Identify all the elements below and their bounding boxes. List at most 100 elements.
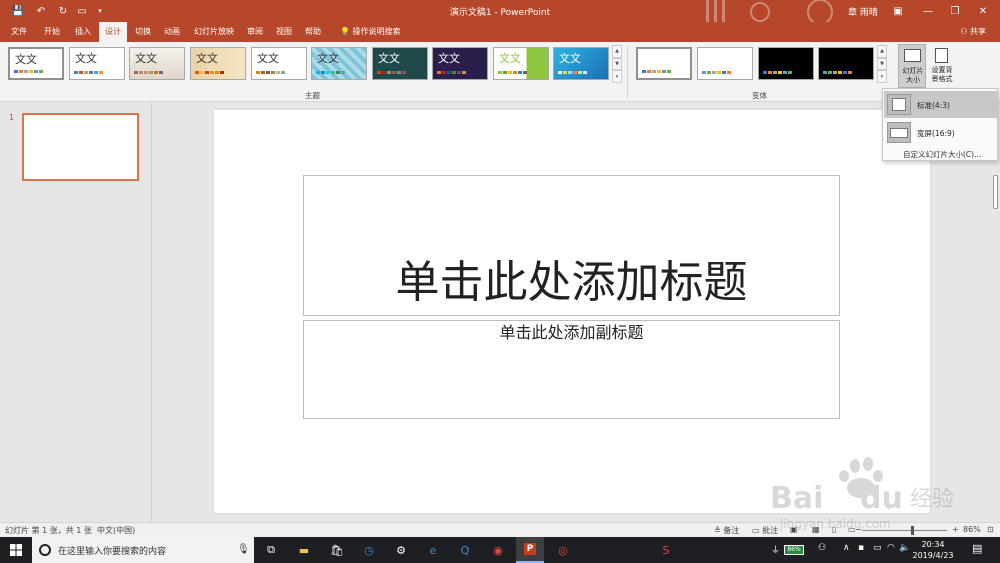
ribbon-display-options-icon[interactable]: ▣: [885, 0, 911, 22]
start-button[interactable]: [0, 537, 32, 563]
people-icon[interactable]: ⚇: [818, 543, 826, 553]
theme-office[interactable]: 文文: [8, 47, 64, 80]
gallery-up-icon[interactable]: ▲: [612, 45, 622, 58]
clock-app-icon[interactable]: ◷: [359, 540, 379, 560]
theme-10[interactable]: 文文: [553, 47, 609, 80]
themes-gallery-scroll: ▲ ▼ ▾: [612, 45, 622, 84]
variant-2[interactable]: [697, 47, 753, 80]
zoom-out-icon[interactable]: −: [855, 525, 862, 534]
comments-button[interactable]: ▭ 批注: [752, 525, 778, 536]
clock-time: 20:34: [921, 540, 945, 549]
theme-3[interactable]: 文文: [129, 47, 185, 80]
zoom-in-icon[interactable]: +: [952, 525, 959, 534]
title-bar: 💾 ↶ ↻ ▭ ▾ 演示文稿1 - PowerPoint 章 雨晴 ▣ — ❐ …: [0, 0, 1000, 22]
notes-button[interactable]: ≜ 备注: [714, 525, 739, 536]
chrome-icon[interactable]: ◉: [488, 540, 508, 560]
title-placeholder[interactable]: 单击此处添加标题: [303, 175, 840, 316]
tab-slideshow[interactable]: 幻灯片放映: [188, 22, 240, 42]
slide-size-button[interactable]: 幻灯片 大小: [898, 44, 926, 88]
clock-date: 2019/4/23: [912, 551, 954, 560]
powerpoint-taskbar-icon[interactable]: P: [516, 537, 544, 563]
tab-home[interactable]: 开始: [38, 22, 66, 42]
share-button[interactable]: ⚇ 共享: [960, 26, 986, 37]
slide-thumbnails-pane: 1: [0, 103, 152, 522]
variants-up-icon[interactable]: ▲: [877, 45, 887, 58]
theme-4[interactable]: 文文: [190, 47, 246, 80]
zoom-level[interactable]: 86%: [963, 525, 981, 534]
scrollbar-thumb[interactable]: [993, 175, 998, 209]
taskbar-clock[interactable]: 20:34 2019/4/23: [908, 539, 958, 561]
tab-review[interactable]: 审阅: [241, 22, 269, 42]
tab-insert[interactable]: 插入: [69, 22, 97, 42]
minimize-icon[interactable]: —: [915, 0, 941, 22]
theme-2[interactable]: 文文: [69, 47, 125, 80]
tab-design[interactable]: 设计: [99, 22, 127, 42]
menu-item-widescreen[interactable]: 宽屏(16:9): [884, 119, 997, 146]
slide-counter: 幻灯片 第 1 张，共 1 张: [5, 526, 92, 535]
vertical-scrollbar[interactable]: [990, 103, 1000, 522]
format-background-button[interactable]: 设置背 景格式: [928, 44, 956, 88]
person-icon: ⚇: [960, 27, 968, 36]
netease-music-icon[interactable]: ◎: [553, 540, 573, 560]
theme-9[interactable]: 文文: [493, 47, 549, 80]
tab-transitions[interactable]: 切换: [129, 22, 157, 42]
wifi-icon[interactable]: ◠: [887, 543, 895, 553]
fit-to-window-icon[interactable]: ⊡: [987, 525, 994, 534]
reading-view-icon[interactable]: ▯: [832, 525, 836, 534]
theme-6[interactable]: 文文: [311, 47, 367, 80]
powerpoint-window: { "titlebar": { "doc_title": "演示文稿1 - Po…: [0, 0, 1000, 563]
variant-1[interactable]: [636, 47, 692, 80]
battery-indicator[interactable]: 86%: [784, 545, 804, 555]
browser-q-icon[interactable]: Q: [455, 540, 475, 560]
battery-tray-icon[interactable]: ▭: [873, 543, 882, 553]
variants-gallery-scroll: ▲ ▼ ▾: [877, 45, 887, 84]
close-icon[interactable]: ✕: [970, 0, 996, 22]
notifications-icon[interactable]: ▤: [972, 542, 982, 555]
variant-3[interactable]: [758, 47, 814, 80]
settings-gear-icon[interactable]: ⚙: [391, 540, 411, 560]
slide-canvas[interactable]: 单击此处添加标题 单击此处添加副标题: [214, 110, 930, 513]
restore-icon[interactable]: ❐: [942, 0, 968, 22]
variant-4[interactable]: [818, 47, 874, 80]
tell-me-search[interactable]: 💡 操作说明搜索: [334, 22, 407, 42]
normal-view-icon[interactable]: ▣: [790, 525, 798, 534]
cortana-icon: [39, 544, 51, 556]
show-hidden-icons[interactable]: ∧: [843, 543, 850, 553]
tab-help[interactable]: 帮助: [299, 22, 327, 42]
zoom-slider[interactable]: [862, 530, 947, 531]
gallery-down-icon[interactable]: ▼: [612, 57, 622, 71]
variants-more-icon[interactable]: ▾: [877, 70, 887, 84]
tab-animations[interactable]: 动画: [158, 22, 186, 42]
store-icon[interactable]: 🛍: [327, 540, 347, 560]
zoom-slider-thumb[interactable]: [911, 526, 914, 535]
subtitle-placeholder[interactable]: 单击此处添加副标题: [303, 320, 840, 419]
variants-down-icon[interactable]: ▼: [877, 57, 887, 71]
slide-sorter-icon[interactable]: ▦: [812, 525, 820, 534]
menu-item-standard[interactable]: 标准(4:3): [884, 91, 997, 118]
theme-8[interactable]: 文文: [432, 47, 488, 80]
user-name[interactable]: 章 雨晴: [848, 5, 878, 18]
tab-view[interactable]: 视图: [270, 22, 298, 42]
microphone-icon[interactable]: 🎙: [237, 544, 250, 555]
comments-icon: ▭: [752, 526, 760, 535]
gallery-more-icon[interactable]: ▾: [612, 70, 622, 84]
notes-icon: ≜: [714, 526, 721, 535]
slide-thumbnail[interactable]: [22, 113, 139, 181]
theme-5[interactable]: 文文: [251, 47, 307, 80]
sogou-ime-icon[interactable]: S: [656, 540, 676, 560]
windows-taskbar: 在这里输入你要搜索的内容 🎙 ⧉ ▬ 🛍 ◷ ⚙ e Q ◉ P ◎ S ⏚ 8…: [0, 537, 1000, 563]
taskbar-search[interactable]: 在这里输入你要搜索的内容 🎙: [32, 537, 254, 563]
file-explorer-icon[interactable]: ▬: [294, 540, 314, 560]
power-plug-icon[interactable]: ⏚: [771, 543, 780, 556]
tray-app-icon[interactable]: ▪: [858, 543, 864, 553]
theme-7[interactable]: 文文: [372, 47, 428, 80]
slide-size-menu: 标准(4:3) 宽屏(16:9) 自定义幻灯片大小(C)...: [882, 88, 998, 161]
language-indicator[interactable]: 中文(中国): [97, 525, 135, 536]
format-background-icon: [935, 48, 948, 63]
windows-icon: [10, 544, 22, 556]
tab-file[interactable]: 文件: [5, 22, 33, 42]
edge-icon[interactable]: e: [423, 540, 443, 560]
menu-item-custom-size[interactable]: 自定义幻灯片大小(C)...: [903, 149, 981, 160]
standard-size-icon: [887, 94, 911, 115]
task-view-icon[interactable]: ⧉: [261, 540, 281, 560]
